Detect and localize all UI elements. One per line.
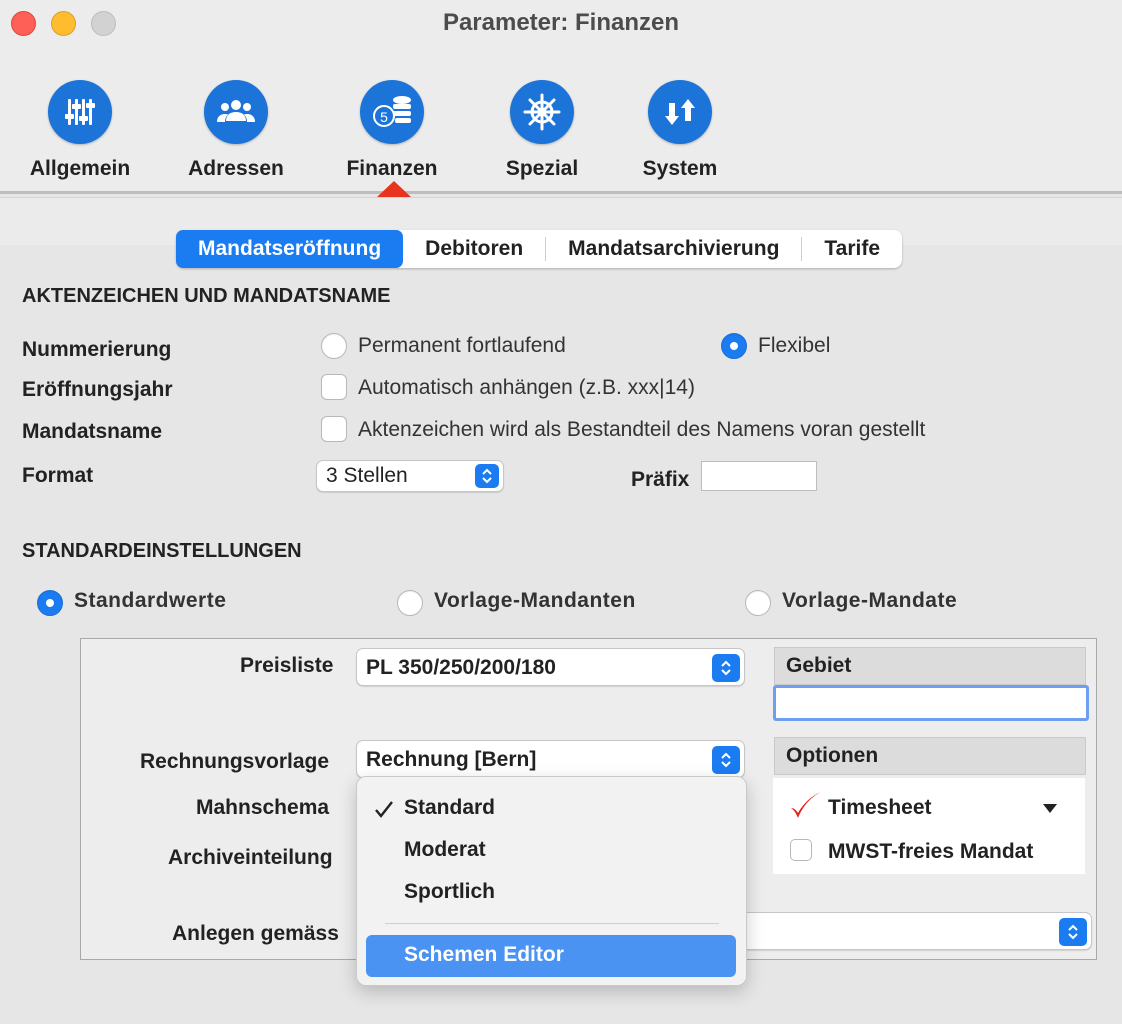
radio-vorlage-mandate[interactable] bbox=[745, 590, 771, 616]
format-label: Format bbox=[22, 464, 94, 487]
tab-mandatseroeffnung[interactable]: Mandatseröffnung bbox=[176, 230, 404, 268]
triangle-down-icon[interactable] bbox=[1043, 804, 1057, 813]
toolbar-label: Adressen bbox=[188, 157, 284, 180]
optionen-list: Timesheet MWST-freies Mandat bbox=[773, 778, 1085, 874]
toolbar-label: System bbox=[642, 157, 718, 180]
window-title: Parameter: Finanzen bbox=[442, 9, 680, 36]
mahnschema-menu: Standard Moderat Sportlich Schemen Edito… bbox=[356, 776, 747, 986]
preisliste-label: Preisliste bbox=[240, 654, 334, 677]
option-mwst-label: MWST-freies Mandat bbox=[828, 840, 1034, 863]
archiveinteilung-label: Archiveinteilung bbox=[168, 846, 333, 869]
menu-item-sportlich[interactable]: Sportlich bbox=[404, 880, 495, 904]
check-icon bbox=[375, 801, 393, 818]
tab-control: Mandatseröffnung Debitoren Mandatsarchiv… bbox=[176, 230, 903, 268]
toolbar-item-adressen[interactable]: Adressen bbox=[161, 80, 311, 181]
gebiet-header: Gebiet bbox=[774, 647, 1086, 685]
toolbar-item-spezial[interactable]: Spezial bbox=[467, 80, 617, 181]
rechnungsvorlage-select[interactable]: Rechnung [Bern] bbox=[356, 740, 745, 778]
toolbar: Allgemein Adressen 5 Finanzen Spezial Sy… bbox=[0, 48, 1122, 194]
format-select[interactable]: 3 Stellen bbox=[316, 460, 504, 492]
selected-indicator bbox=[377, 181, 411, 197]
menu-item-standard[interactable]: Standard bbox=[404, 796, 495, 820]
radio-vorlage-mandate-label: Vorlage-Mandate bbox=[782, 589, 958, 612]
menu-item-moderat[interactable]: Moderat bbox=[404, 838, 486, 862]
toolbar-item-finanzen[interactable]: 5 Finanzen bbox=[317, 80, 467, 181]
checkbox-aktenzeichen-label: Aktenzeichen wird als Bestandteil des Na… bbox=[358, 418, 926, 441]
mandatsname-label: Mandatsname bbox=[22, 420, 163, 443]
radio-standardwerte[interactable] bbox=[37, 590, 63, 616]
tab-tarife[interactable]: Tarife bbox=[802, 230, 902, 268]
sliders-icon bbox=[48, 80, 112, 144]
rechnungsvorlage-label: Rechnungsvorlage bbox=[140, 750, 330, 773]
checkmark-icon[interactable] bbox=[789, 790, 823, 822]
preferences-window: Parameter: Finanzen Allgemein Adressen 5… bbox=[0, 0, 1122, 1024]
menu-item-schemen-editor[interactable]: Schemen Editor bbox=[366, 935, 736, 977]
arrows-icon bbox=[648, 80, 712, 144]
rechnungsvorlage-value: Rechnung [Bern] bbox=[366, 748, 537, 771]
preisliste-select[interactable]: PL 350/250/200/180 bbox=[356, 648, 745, 686]
menu-item-label: Schemen Editor bbox=[404, 943, 564, 966]
radio-vorlage-mandanten[interactable] bbox=[397, 590, 423, 616]
coins-icon: 5 bbox=[360, 80, 424, 144]
title-bar: Parameter: Finanzen bbox=[0, 0, 1122, 48]
people-icon bbox=[204, 80, 268, 144]
toolbar-item-system[interactable]: System bbox=[605, 80, 755, 181]
stepper-icon bbox=[712, 654, 740, 682]
section-title-aktenzeichen: AKTENZEICHEN UND MANDATSNAME bbox=[22, 285, 391, 307]
format-value: 3 Stellen bbox=[326, 464, 408, 487]
toolbar-item-allgemein[interactable]: Allgemein bbox=[5, 80, 155, 181]
radio-permanent[interactable] bbox=[321, 333, 347, 359]
nummerierung-label: Nummerierung bbox=[22, 338, 172, 361]
mahnschema-label: Mahnschema bbox=[196, 796, 330, 819]
stepper-icon bbox=[712, 746, 740, 774]
tab-debitoren[interactable]: Debitoren bbox=[403, 230, 545, 268]
checkbox-mwst[interactable] bbox=[790, 839, 812, 861]
preisliste-value: PL 350/250/200/180 bbox=[366, 656, 556, 679]
toolbar-label: Finanzen bbox=[346, 157, 438, 180]
anlegen-select[interactable] bbox=[730, 912, 1092, 950]
radio-permanent-label: Permanent fortlaufend bbox=[358, 334, 566, 357]
toolbar-label: Allgemein bbox=[29, 157, 131, 180]
radio-flexibel[interactable] bbox=[721, 333, 747, 359]
stepper-icon bbox=[475, 464, 499, 488]
optionen-header: Optionen bbox=[774, 737, 1086, 775]
checkbox-aktenzeichen[interactable] bbox=[321, 416, 347, 442]
stepper-icon bbox=[1059, 918, 1087, 946]
gebiet-input[interactable] bbox=[773, 685, 1089, 721]
praefix-input[interactable] bbox=[701, 461, 817, 491]
anlegen-label: Anlegen gemäss bbox=[172, 922, 339, 945]
menu-separator bbox=[385, 923, 719, 924]
checkbox-automatisch[interactable] bbox=[321, 374, 347, 400]
toolbar-label: Spezial bbox=[505, 157, 579, 180]
radio-standardwerte-label: Standardwerte bbox=[74, 589, 227, 612]
svg-text:5: 5 bbox=[380, 109, 388, 125]
section-title-standard: STANDARDEINSTELLUNGEN bbox=[22, 540, 302, 562]
checkbox-automatisch-label: Automatisch anhängen (z.B. xxx|14) bbox=[358, 376, 695, 399]
eroeffnungsjahr-label: Eröffnungsjahr bbox=[22, 378, 173, 401]
radio-flexibel-label: Flexibel bbox=[758, 334, 831, 357]
radio-vorlage-mandanten-label: Vorlage-Mandanten bbox=[434, 589, 636, 612]
praefix-label: Präfix bbox=[631, 468, 690, 491]
tab-mandatsarchivierung[interactable]: Mandatsarchivierung bbox=[546, 230, 801, 268]
helm-icon bbox=[510, 80, 574, 144]
option-timesheet-label: Timesheet bbox=[828, 796, 932, 819]
